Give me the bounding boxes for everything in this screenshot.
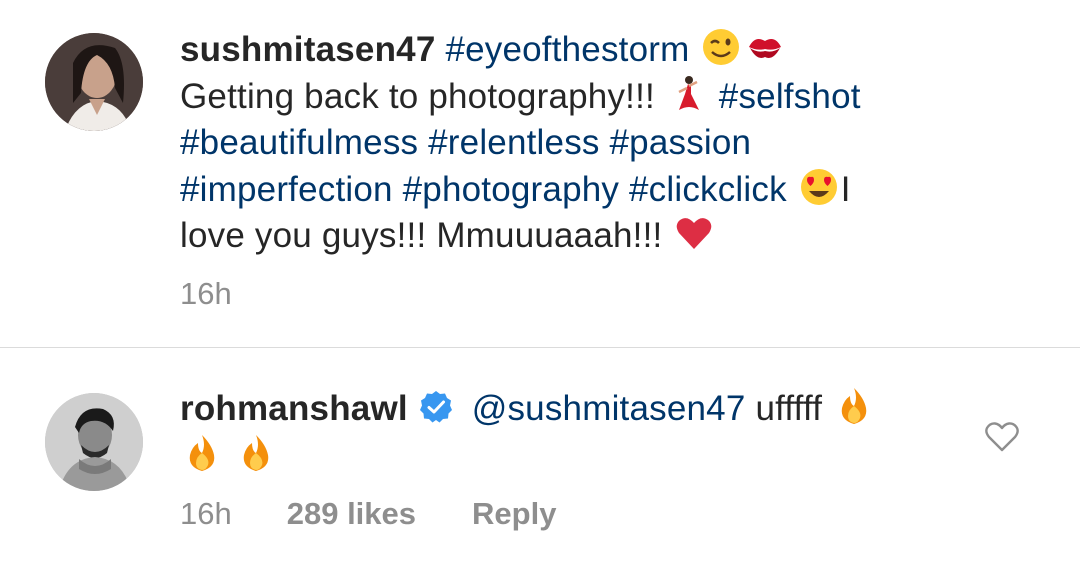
heart-eyes-icon [799,167,839,207]
caption-text: I [840,169,851,209]
likes-count[interactable]: 289 likes [287,496,416,532]
avatar[interactable] [45,33,143,131]
reply-text: ufffff [755,389,823,428]
fire-icon [182,433,222,473]
reply-meta: 16h 289 likes Reply [180,496,556,532]
red-heart-icon [674,213,714,253]
fire-icon [236,433,276,473]
hashtag-links[interactable]: #imperfection #photography #clickclick [180,170,787,209]
hashtag-link[interactable]: #eyeofthestorm [445,30,689,69]
caption-meta: 16h [180,276,287,312]
timestamp: 16h [180,496,232,531]
woman-dancing-icon [667,74,707,114]
fire-icon [834,386,874,426]
winking-face-icon [701,27,741,67]
caption-text: Getting back to photography!!! [180,76,655,116]
reply-button[interactable]: Reply [472,496,556,532]
mention-link[interactable]: @sushmitasen47 [472,389,746,428]
hashtag-links[interactable]: #beautifulmess #relentless #passion [180,123,751,162]
reply-username[interactable]: rohmanshawl [180,389,408,428]
reply-comment: rohmanshawl @sushmitasen47 ufffff 16h 28… [0,348,1080,571]
like-heart-icon[interactable] [984,421,1020,453]
caption-body: sushmitasen47 #eyeofthestorm Getting bac… [180,27,950,260]
kiss-mark-icon [745,27,785,67]
caption-username[interactable]: sushmitasen47 [180,30,436,69]
caption-text: love you guys!!! Mmuuuaaah!!! [180,216,663,255]
timestamp: 16h [180,276,232,311]
caption-comment: sushmitasen47 #eyeofthestorm Getting bac… [0,0,1080,347]
hashtag-link[interactable]: #selfshot [719,77,861,116]
reply-body: rohmanshawl @sushmitasen47 ufffff [180,386,960,479]
avatar[interactable] [45,393,143,491]
verified-badge-icon [418,389,454,425]
